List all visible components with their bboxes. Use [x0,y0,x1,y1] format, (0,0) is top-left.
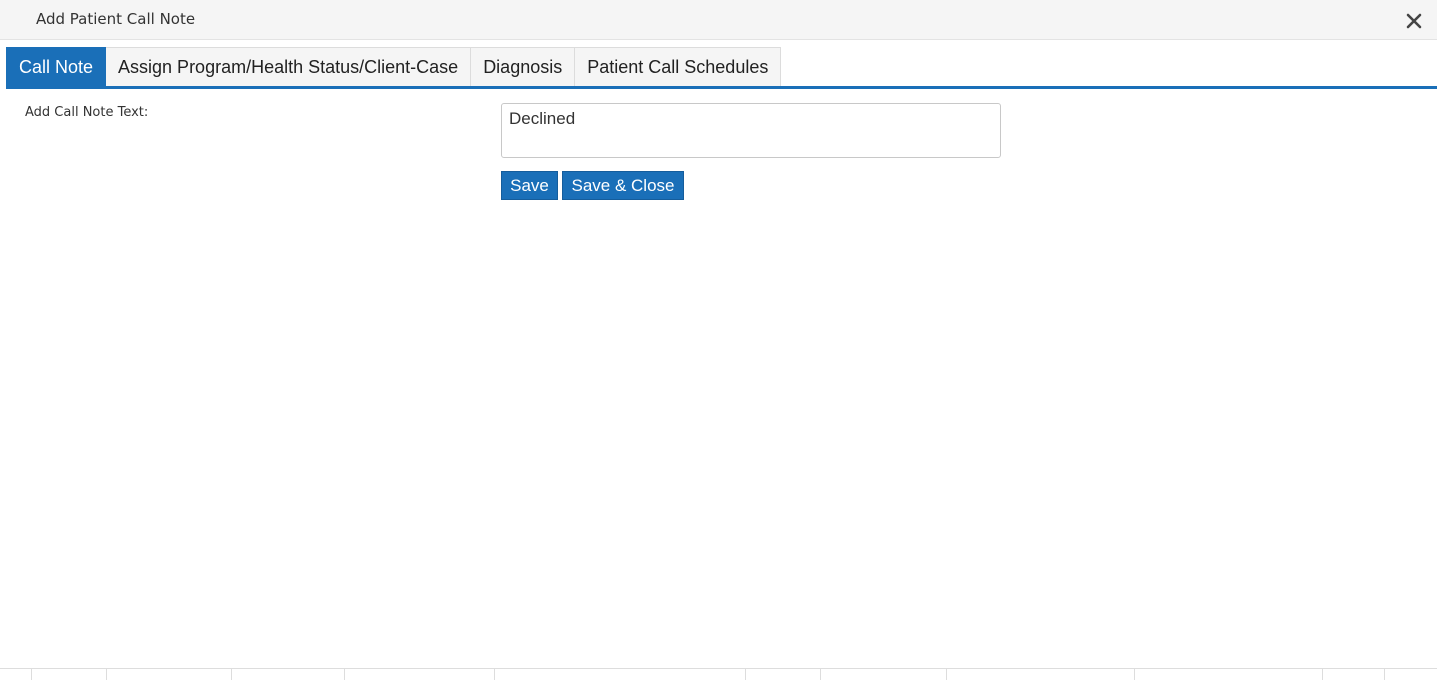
call-note-label: Add Call Note Text: [25,105,149,120]
tab-underline [6,86,1437,89]
background-grid-edge [0,668,1437,680]
tab-diagnosis[interactable]: Diagnosis [471,47,576,86]
close-button[interactable] [1404,11,1424,31]
dialog-titlebar: Add Patient Call Note [0,0,1437,40]
call-note-textarea[interactable]: Declined [501,103,1001,158]
tab-bar: Call Note Assign Program/Health Status/C… [6,47,782,86]
dialog-title: Add Patient Call Note [36,10,196,28]
tab-call-note[interactable]: Call Note [6,47,107,86]
tab-patient-call-schedules[interactable]: Patient Call Schedules [575,47,782,86]
save-button[interactable]: Save [501,171,558,200]
save-and-close-button[interactable]: Save & Close [562,171,684,200]
close-icon[interactable] [1404,11,1424,31]
tab-assign-program[interactable]: Assign Program/Health Status/Client-Case [106,47,472,86]
